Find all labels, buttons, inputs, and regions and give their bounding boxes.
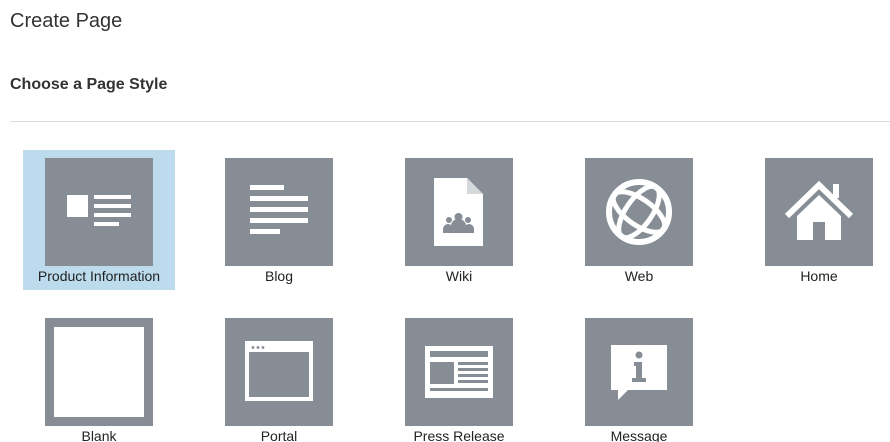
style-label: Message bbox=[610, 428, 668, 442]
style-tile-product-information[interactable]: Product Information bbox=[23, 150, 175, 290]
style-tile-wiki[interactable]: Wiki bbox=[383, 150, 535, 290]
press-release-icon bbox=[405, 318, 513, 426]
style-label: Web bbox=[624, 268, 654, 284]
style-tile-portal[interactable]: Portal bbox=[203, 310, 355, 442]
style-label: Home bbox=[800, 268, 838, 284]
style-tile-blog[interactable]: Blog bbox=[203, 150, 355, 290]
style-tile-message[interactable]: Message bbox=[563, 310, 715, 442]
style-label: Press Release bbox=[413, 428, 505, 442]
style-tile-blank[interactable]: Blank bbox=[23, 310, 175, 442]
style-label: Product Information bbox=[37, 268, 161, 284]
home-icon bbox=[765, 158, 873, 266]
style-label: Blog bbox=[264, 268, 294, 284]
style-tile-press-release[interactable]: Press Release bbox=[383, 310, 535, 442]
page-title: Create Page bbox=[10, 10, 123, 32]
style-tile-home[interactable]: Home bbox=[743, 150, 890, 290]
message-icon bbox=[585, 318, 693, 426]
style-label: Wiki bbox=[445, 268, 473, 284]
section-title: Choose a Page Style bbox=[10, 76, 168, 93]
style-label: Portal bbox=[260, 428, 298, 442]
style-label: Blank bbox=[81, 428, 117, 442]
wiki-icon bbox=[405, 158, 513, 266]
product-information-icon bbox=[45, 158, 153, 266]
blank-icon bbox=[45, 318, 153, 426]
style-tile-web[interactable]: Web bbox=[563, 150, 715, 290]
blog-icon bbox=[225, 158, 333, 266]
portal-icon bbox=[225, 318, 333, 426]
web-icon bbox=[585, 158, 693, 266]
divider bbox=[10, 121, 890, 122]
create-page-dialog: Create Page Choose a Page Style Product … bbox=[0, 0, 890, 442]
